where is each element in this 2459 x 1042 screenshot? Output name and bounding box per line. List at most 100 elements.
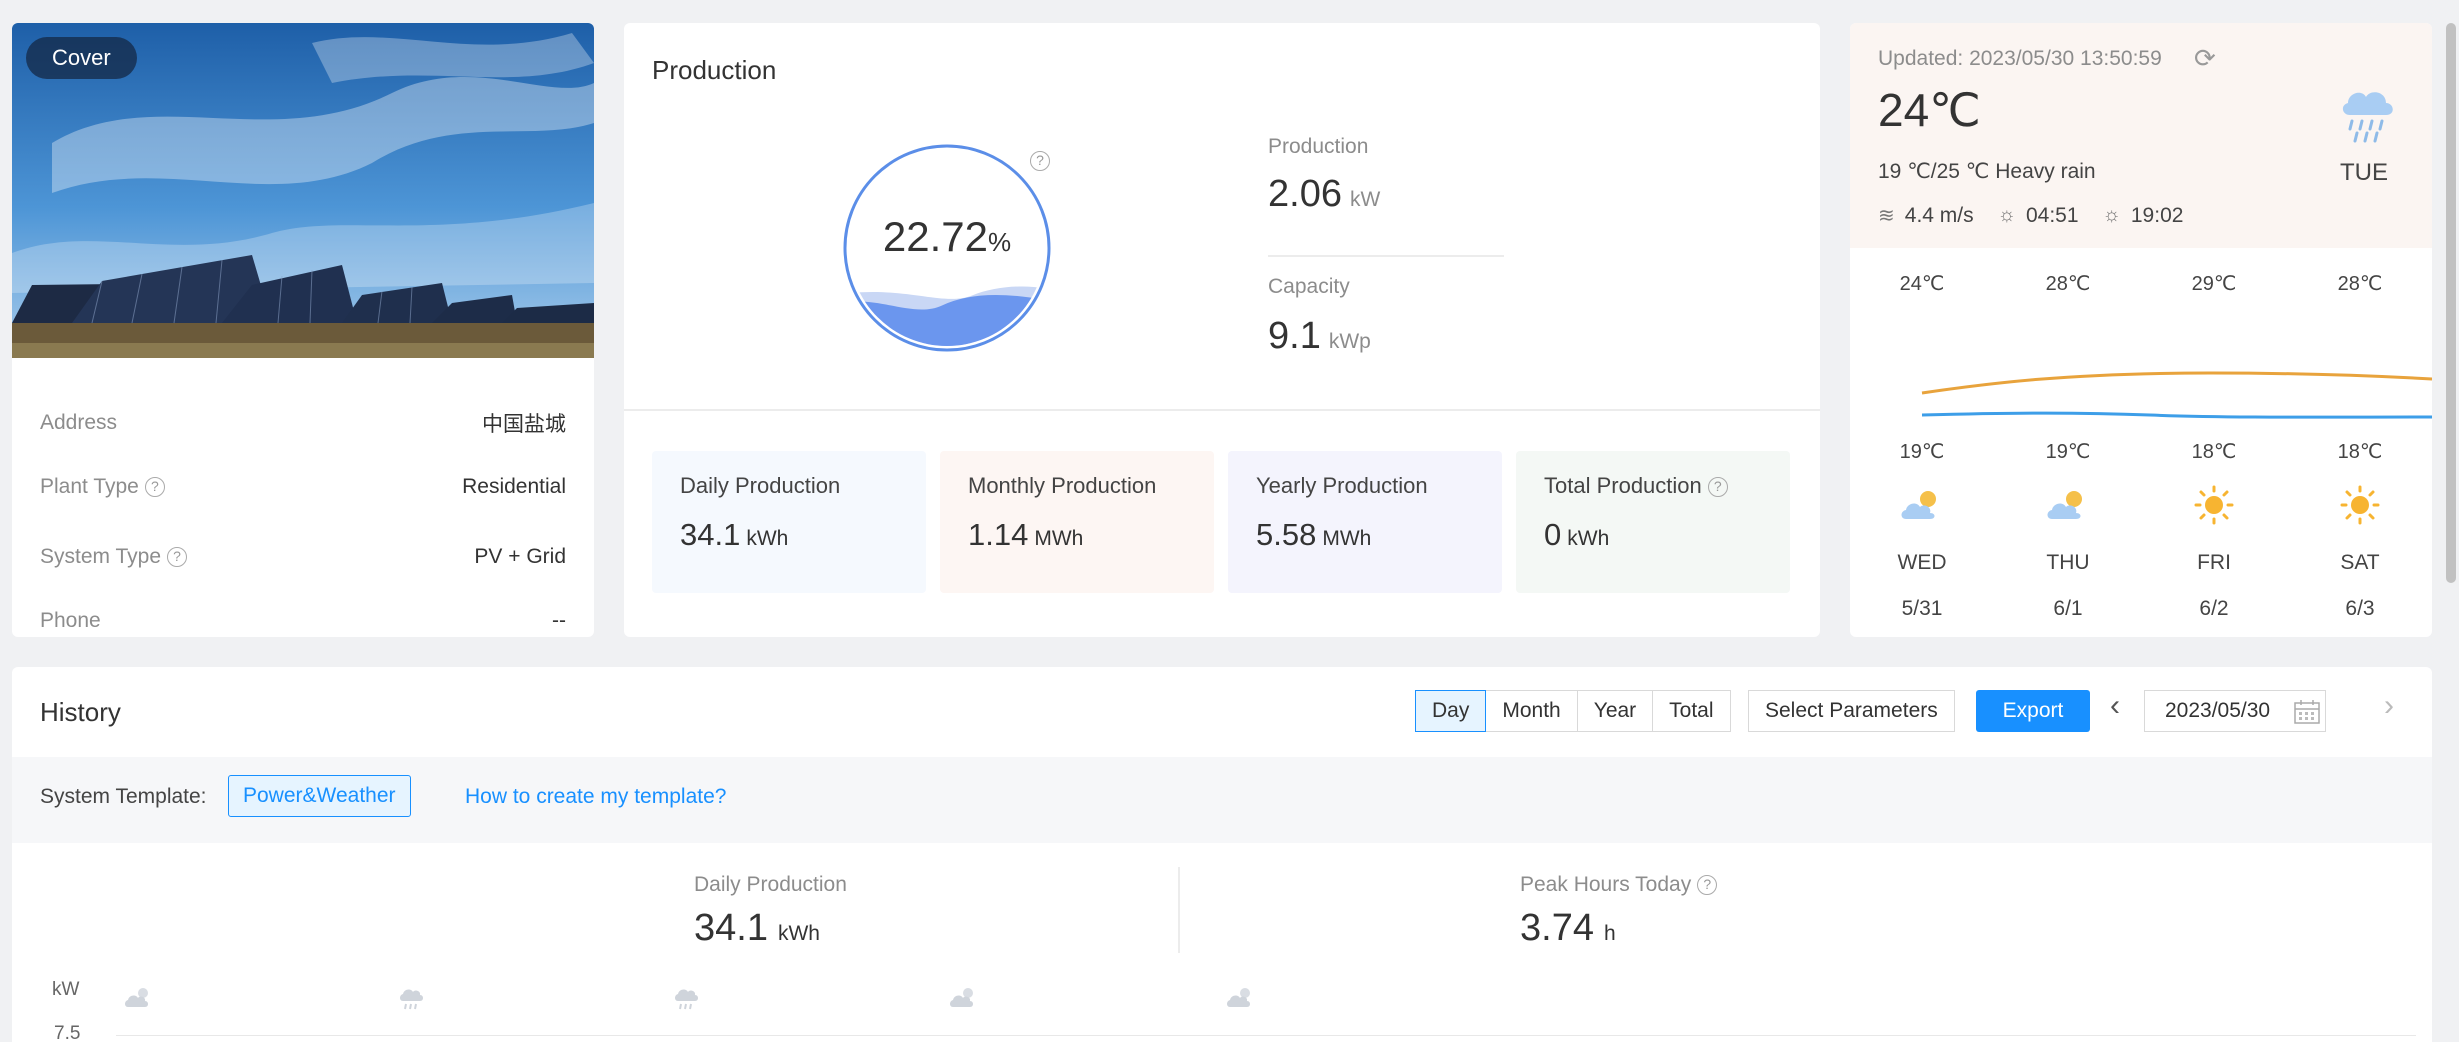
- range-total-button[interactable]: Total: [1652, 690, 1731, 732]
- forecast-day: WED: [1897, 551, 1947, 574]
- plant-type-value: Residential: [462, 475, 566, 498]
- help-icon[interactable]: ?: [1030, 151, 1050, 171]
- phone-label: Phone: [40, 609, 101, 632]
- total-production-unit: kWh: [1567, 527, 1610, 550]
- peak-hours-number: 3.74: [1520, 907, 1594, 949]
- range-day-button[interactable]: Day: [1415, 690, 1487, 732]
- total-production-number: 0: [1544, 517, 1562, 552]
- heavy-rain-icon: [2342, 92, 2393, 143]
- forecast-date: 6/2: [2199, 597, 2229, 620]
- forecast-low: 18℃: [2191, 441, 2237, 463]
- template-bar: System Template: Power&Weather How to cr…: [12, 757, 2432, 843]
- partly-cloudy-icon: [950, 988, 973, 1007]
- forecast-low: 19℃: [1899, 441, 1945, 463]
- metric-divider: [1268, 255, 1504, 257]
- peak-hours-label: Peak Hours Today?: [1520, 873, 1718, 897]
- system-type-label: System Type?: [40, 545, 187, 569]
- forecast-low: 19℃: [2045, 441, 2091, 463]
- partly-cloudy-icon: [2047, 491, 2082, 519]
- next-date-icon[interactable]: ›: [2384, 689, 2394, 723]
- rain-icon: [675, 989, 698, 1010]
- range-year-button[interactable]: Year: [1576, 690, 1654, 732]
- address-label: Address: [40, 411, 118, 434]
- current-temperature: 24℃: [1878, 84, 1981, 136]
- refresh-icon[interactable]: ⟳: [2194, 43, 2216, 74]
- forecast-high: 28℃: [2337, 273, 2383, 295]
- forecast-date: 6/3: [2345, 597, 2375, 620]
- weather-card: Updated: 2023/05/30 13:50:59 ⟳ 24℃ 19 ℃/…: [1850, 23, 2432, 637]
- capacity-unit: kWp: [1328, 330, 1371, 353]
- sunrise-icon: ☼: [1997, 204, 2016, 226]
- yearly-production-unit: MWh: [1322, 527, 1372, 550]
- export-button[interactable]: Export: [1976, 690, 2090, 732]
- page-scrollbar[interactable]: [2446, 23, 2456, 583]
- sunny-icon: [2194, 485, 2234, 525]
- previous-date-icon[interactable]: ‹: [2110, 689, 2120, 723]
- help-icon[interactable]: ?: [144, 477, 165, 498]
- range-month-button[interactable]: Month: [1485, 690, 1578, 732]
- gauge-percent: 22.72%: [842, 213, 1052, 261]
- gauge-percent-unit: %: [987, 227, 1012, 257]
- forecast-date: 5/31: [1901, 597, 1943, 620]
- address-value: 中国盐城: [482, 413, 566, 436]
- plant-info-card: Cover Address 中国盐城 Plant Type? Residenti…: [12, 23, 594, 637]
- current-production-value: 2.06 kW: [1268, 173, 1380, 216]
- forecast-day: SAT: [2340, 551, 2380, 574]
- peak-hours-label-text: Peak Hours Today: [1520, 873, 1692, 896]
- chart-y-unit: kW: [52, 979, 80, 1000]
- select-parameters-button[interactable]: Select Parameters: [1748, 690, 1955, 732]
- help-icon[interactable]: ?: [1707, 477, 1728, 498]
- wind-icon: ≋: [1878, 205, 1895, 227]
- range-toggle: Day Month Year Total: [1415, 690, 1731, 732]
- help-icon[interactable]: ?: [1697, 875, 1718, 896]
- forecast-temperature-lines: [1921, 371, 2432, 419]
- history-daily-label: Daily Production: [694, 873, 847, 896]
- daily-production-value: 34.1 kWh: [680, 517, 898, 553]
- cover-badge[interactable]: Cover: [26, 37, 137, 79]
- chart-gridline: [116, 1035, 2416, 1036]
- monthly-production-value: 1.14 MWh: [968, 517, 1186, 553]
- chart-y-tick: 7.5: [54, 1023, 81, 1042]
- weather-updated: Updated: 2023/05/30 13:50:59: [1878, 47, 2162, 71]
- wind-speed: 4.4 m/s: [1904, 203, 1974, 227]
- peak-hours-unit: h: [1603, 922, 1616, 945]
- production-title: Production: [652, 55, 777, 85]
- history-daily-unit: kWh: [777, 922, 820, 945]
- address-row: Address 中国盐城: [40, 403, 566, 443]
- yearly-production-box: Yearly Production 5.58 MWh: [1228, 451, 1502, 593]
- plant-type-label: Plant Type?: [40, 475, 165, 499]
- phone-row: Phone --: [40, 601, 566, 637]
- current-production-unit: kW: [1349, 188, 1381, 211]
- template-help-link[interactable]: How to create my template?: [465, 785, 726, 809]
- daily-production-unit: kWh: [746, 527, 789, 550]
- partly-cloudy-icon: [1227, 988, 1250, 1007]
- sunrise-time: 04:51: [2025, 203, 2079, 227]
- calendar-icon[interactable]: [2294, 700, 2320, 724]
- capacity-label: Capacity: [1268, 275, 1350, 298]
- history-title: History: [40, 697, 121, 727]
- forecast-day: FRI: [2197, 551, 2231, 574]
- weather-description: 19 ℃/25 ℃ Heavy rain: [1878, 160, 2096, 183]
- updated-time: 2023/05/30 13:50:59: [1969, 47, 2162, 70]
- total-production-box: Total Production? 0 kWh: [1516, 451, 1790, 593]
- system-type-value: PV + Grid: [474, 545, 566, 568]
- history-divider: [1178, 867, 1180, 953]
- template-tag[interactable]: Power&Weather: [228, 775, 411, 817]
- daily-production-number: 34.1: [680, 517, 741, 552]
- partly-cloudy-icon: [1901, 491, 1936, 519]
- yearly-production-number: 5.58: [1256, 517, 1317, 552]
- plant-type-row: Plant Type? Residential: [40, 467, 566, 507]
- production-divider: [624, 409, 1820, 411]
- help-icon[interactable]: ?: [167, 547, 187, 568]
- forecast-high: 29℃: [2191, 273, 2237, 295]
- high-temperature-line: [1921, 371, 2432, 395]
- monthly-production-label: Monthly Production: [968, 473, 1157, 498]
- history-card: History Day Month Year Total Select Para…: [12, 667, 2432, 1042]
- daily-production-label: Daily Production: [680, 473, 841, 498]
- weather-meta: ≋ 4.4 m/s ☼ 04:51 ☼ 19:02: [1878, 203, 2183, 228]
- forecast-day: THU: [2046, 551, 2090, 574]
- sunny-icon: [2340, 485, 2380, 525]
- yearly-production-value: 5.58 MWh: [1256, 517, 1474, 553]
- current-production-label: Production: [1268, 135, 1369, 158]
- partly-cloudy-icon: [125, 988, 148, 1007]
